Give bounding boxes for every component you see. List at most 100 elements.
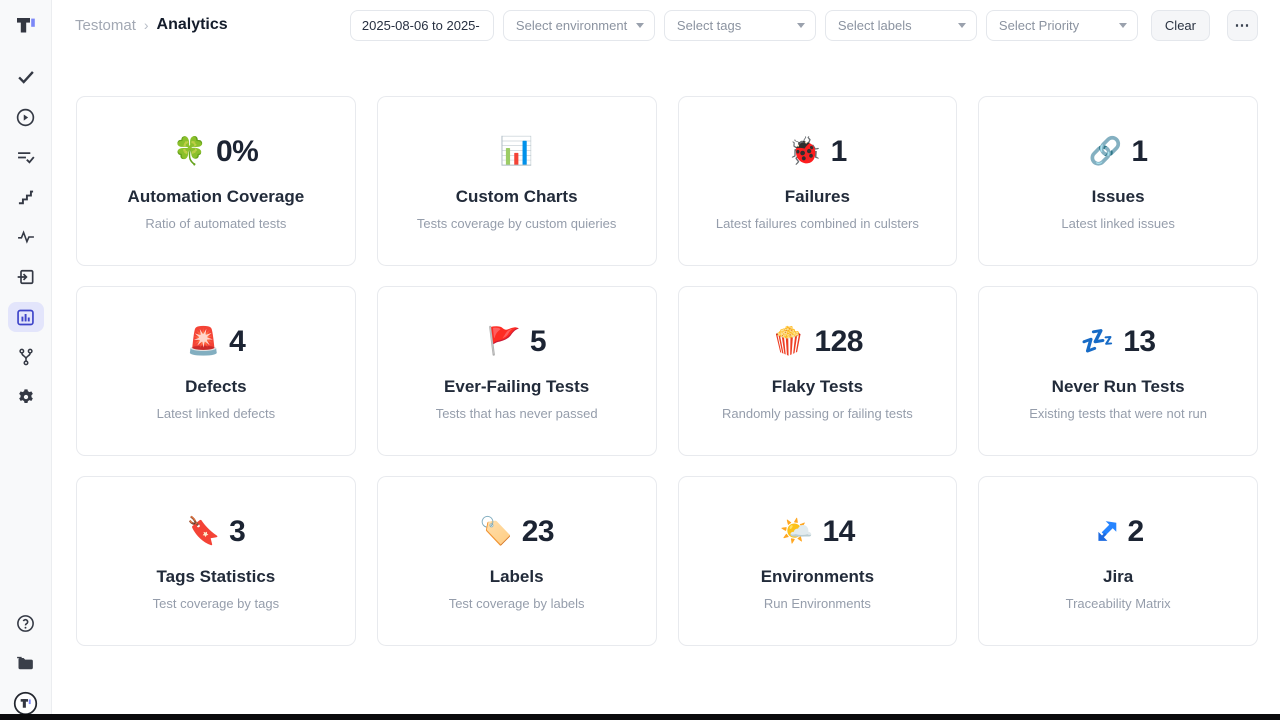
analytics-card[interactable]: 💤 13 Never Run Tests Existing tests that… [978,286,1258,456]
git-branch-icon [16,347,36,367]
card-subtitle: Latest linked defects [157,406,276,421]
sidebar-item-import[interactable] [8,262,44,292]
card-emoji-icon: 🔖 [186,518,220,545]
sidebar-item-help[interactable] [8,608,44,638]
analytics-card[interactable]: 🍀 0% Automation Coverage Ratio of automa… [76,96,356,266]
card-value: 1 [1131,135,1147,169]
card-title: Custom Charts [456,187,578,207]
sidebar-item-results[interactable] [8,142,44,172]
environment-select[interactable]: Select environment [503,10,655,41]
chevron-down-icon [1119,23,1127,28]
screen-edge-bar [0,714,1280,720]
analytics-card[interactable]: 🚨 4 Defects Latest linked defects [76,286,356,456]
card-title: Jira [1103,567,1133,587]
content: 🍀 0% Automation Coverage Ratio of automa… [52,50,1280,720]
sidebar-nav [8,50,44,412]
card-emoji-icon: 📊 [500,138,534,165]
card-title: Ever-Failing Tests [444,377,589,397]
analytics-card[interactable]: 📊 Custom Charts Tests coverage by custom… [377,96,657,266]
card-subtitle: Existing tests that were not run [1029,406,1207,421]
analytics-card[interactable]: 2 Jira Traceability Matrix [978,476,1258,646]
card-stat: 🏷️ 23 [479,512,554,552]
card-stat: 🍀 0% [173,132,258,172]
analytics-card[interactable]: 🌤️ 14 Environments Run Environments [678,476,958,646]
priority-select-label: Select Priority [999,18,1079,33]
card-value: 128 [814,325,863,359]
card-title: Automation Coverage [128,187,305,207]
card-value: 4 [229,325,245,359]
card-emoji-icon: 💤 [1081,328,1115,355]
sidebar-item-steps[interactable] [8,182,44,212]
projects-folder-icon [15,653,36,674]
analytics-card[interactable]: 🚩 5 Ever-Failing Tests Tests that has ne… [377,286,657,456]
card-subtitle: Ratio of automated tests [145,216,286,231]
play-circle-icon [15,107,36,128]
import-run-icon [16,267,36,287]
card-value: 14 [823,515,855,549]
card-emoji-icon: 🚩 [487,328,521,355]
sidebar-item-analytics[interactable] [8,302,44,332]
tags-select[interactable]: Select tags [664,10,816,41]
analytics-card[interactable]: 🏷️ 23 Labels Test coverage by labels [377,476,657,646]
jira-icon [1093,519,1119,545]
card-stat: 🔖 3 [186,512,245,552]
testomat-logo-icon [14,13,38,37]
analytics-bar-chart-icon [15,307,36,328]
settings-gear-icon [16,387,36,407]
card-emoji-icon: 🏷️ [479,518,513,545]
labels-select[interactable]: Select labels [825,10,977,41]
chevron-down-icon [797,23,805,28]
card-value: 1 [831,135,847,169]
filters-bar: 2025-08-06 to 2025- Select environment S… [350,10,1258,41]
more-options-button[interactable]: ⋯ [1227,10,1258,41]
card-stat: 📊 [500,132,534,172]
card-stat: 🚨 4 [186,322,245,362]
sidebar-item-projects[interactable] [8,648,44,678]
card-emoji-icon: 🌤️ [780,518,814,545]
analytics-card[interactable]: 🍿 128 Flaky Tests Randomly passing or fa… [678,286,958,456]
card-stat: 🌤️ 14 [780,512,855,552]
analytics-card[interactable]: 🔖 3 Tags Statistics Test coverage by tag… [76,476,356,646]
card-subtitle: Test coverage by tags [153,596,279,611]
card-subtitle: Test coverage by labels [449,596,585,611]
main-area: Testomat › Analytics 2025-08-06 to 2025-… [52,0,1280,720]
card-subtitle: Latest failures combined in culsters [716,216,919,231]
card-subtitle: Run Environments [764,596,871,611]
card-title: Defects [185,377,246,397]
labels-select-label: Select labels [838,18,912,33]
steps-icon [16,187,36,207]
card-value: 13 [1123,325,1155,359]
chevron-down-icon [958,23,966,28]
card-emoji-icon: 🍿 [772,328,806,355]
card-emoji-icon: 🔗 [1089,138,1123,165]
breadcrumb: Testomat › Analytics [75,16,228,34]
card-emoji-icon: 🐞 [788,138,822,165]
card-value: 23 [522,515,554,549]
card-subtitle: Tests that has never passed [436,406,598,421]
tags-select-label: Select tags [677,18,741,33]
card-title: Tags Statistics [157,567,276,587]
sidebar-item-runs[interactable] [8,102,44,132]
sidebar [0,0,52,720]
sidebar-bottom [8,608,44,720]
card-subtitle: Traceability Matrix [1066,596,1171,611]
chevron-down-icon [636,23,644,28]
date-range-input[interactable]: 2025-08-06 to 2025- [350,10,494,41]
check-icon [15,66,37,88]
priority-select[interactable]: Select Priority [986,10,1138,41]
sidebar-item-branches[interactable] [8,342,44,372]
sidebar-item-settings[interactable] [8,382,44,412]
analytics-card[interactable]: 🐞 1 Failures Latest failures combined in… [678,96,958,266]
card-title: Environments [761,567,874,587]
testomat-logo[interactable] [0,0,51,50]
card-subtitle: Tests coverage by custom quieries [417,216,616,231]
sidebar-item-pulse[interactable] [8,222,44,252]
card-value: 3 [229,515,245,549]
activity-icon [16,227,36,247]
clear-button[interactable]: Clear [1151,10,1210,41]
analytics-card[interactable]: 🔗 1 Issues Latest linked issues [978,96,1258,266]
sidebar-item-tests[interactable] [8,62,44,92]
breadcrumb-project[interactable]: Testomat [75,17,136,34]
card-subtitle: Latest linked issues [1061,216,1174,231]
topbar: Testomat › Analytics 2025-08-06 to 2025-… [52,0,1280,50]
